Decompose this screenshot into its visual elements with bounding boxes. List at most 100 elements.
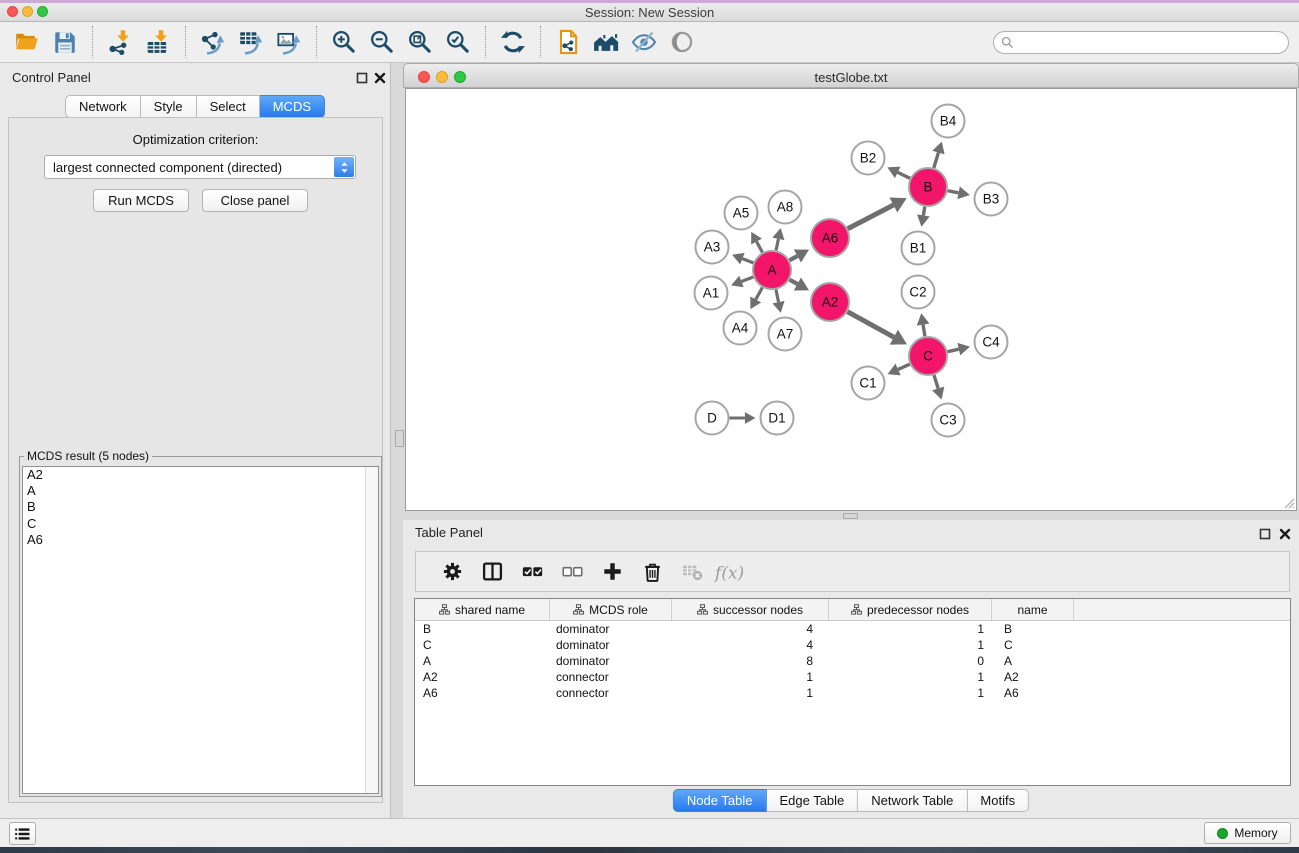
graph-node-A5[interactable]: A5 bbox=[725, 197, 758, 230]
graph-edge[interactable] bbox=[923, 325, 925, 337]
graph-node-A7[interactable]: A7 bbox=[769, 318, 802, 351]
resize-grip-icon[interactable] bbox=[1283, 497, 1295, 509]
export-network-icon[interactable] bbox=[194, 26, 232, 58]
table-cell[interactable]: A bbox=[992, 654, 1074, 668]
tab-select[interactable]: Select bbox=[197, 95, 260, 118]
task-history-button[interactable] bbox=[9, 822, 36, 845]
search-input[interactable] bbox=[1014, 34, 1288, 52]
select-all-icon[interactable] bbox=[512, 557, 552, 587]
graph-edge[interactable] bbox=[948, 191, 959, 193]
table-cell[interactable]: 1 bbox=[672, 670, 829, 684]
graph-edge[interactable] bbox=[741, 277, 753, 281]
table-cell[interactable]: connector bbox=[550, 670, 672, 684]
search-box[interactable] bbox=[993, 31, 1289, 54]
column-header-successor-nodes[interactable]: successor nodes bbox=[672, 599, 829, 620]
table-cell[interactable]: connector bbox=[550, 686, 672, 700]
table-cell[interactable]: A2 bbox=[415, 670, 550, 684]
graph-node-D1[interactable]: D1 bbox=[761, 402, 794, 435]
table-cell[interactable]: 1 bbox=[829, 670, 992, 684]
open-session-icon[interactable] bbox=[8, 26, 46, 58]
column-header-MCDS-role[interactable]: MCDS role bbox=[550, 599, 672, 620]
refresh-layout-icon[interactable] bbox=[494, 26, 532, 58]
zoom-fit-icon[interactable] bbox=[401, 26, 439, 58]
graph-node-B2[interactable]: B2 bbox=[852, 142, 885, 175]
table-cell[interactable]: dominator bbox=[550, 654, 672, 668]
graph-node-A[interactable]: A bbox=[753, 251, 791, 289]
table-row[interactable]: A2connector11A2 bbox=[415, 669, 1290, 685]
graph-edge[interactable] bbox=[848, 312, 894, 338]
graph-edge[interactable] bbox=[756, 288, 763, 300]
import-table-icon[interactable] bbox=[139, 26, 177, 58]
table-cell[interactable]: 8 bbox=[672, 654, 829, 668]
graph-edge[interactable] bbox=[790, 256, 798, 260]
graph-edge[interactable] bbox=[848, 205, 894, 229]
graph-edge[interactable] bbox=[898, 364, 910, 369]
table-cell[interactable]: 1 bbox=[829, 622, 992, 636]
home-icon[interactable] bbox=[587, 26, 625, 58]
graph-node-A4[interactable]: A4 bbox=[724, 312, 757, 345]
table-row[interactable]: A6connector11A6 bbox=[415, 685, 1290, 701]
float-panel-icon[interactable] bbox=[356, 72, 368, 84]
result-list-item[interactable]: B bbox=[23, 499, 365, 515]
criterion-select[interactable]: largest connected component (directed) bbox=[44, 155, 356, 179]
export-table-icon[interactable] bbox=[232, 26, 270, 58]
network-window-titlebar[interactable]: testGlobe.txt bbox=[403, 63, 1299, 88]
run-mcds-button[interactable]: Run MCDS bbox=[93, 189, 189, 212]
table-cell[interactable]: A2 bbox=[992, 670, 1074, 684]
result-list-item[interactable]: A2 bbox=[23, 467, 365, 483]
hide-eye-icon[interactable] bbox=[625, 26, 663, 58]
table-tab-motifs[interactable]: Motifs bbox=[967, 789, 1029, 812]
add-icon[interactable] bbox=[592, 557, 632, 587]
memory-button[interactable]: Memory bbox=[1204, 822, 1291, 844]
table-cell[interactable]: A bbox=[415, 654, 550, 668]
network-canvas[interactable]: B4B2BB3A5A8A6A3AB1A1A2C2A4A7C4CC1DD1C3 bbox=[405, 88, 1297, 511]
result-list-item[interactable]: A bbox=[23, 483, 365, 499]
graph-node-A3[interactable]: A3 bbox=[696, 231, 729, 264]
close-table-panel-icon[interactable] bbox=[1279, 528, 1291, 540]
table-cell[interactable]: 1 bbox=[672, 686, 829, 700]
show-eye-icon[interactable] bbox=[663, 26, 701, 58]
table-cell[interactable]: 4 bbox=[672, 622, 829, 636]
graph-edge[interactable] bbox=[923, 207, 924, 216]
network-document-icon[interactable] bbox=[549, 26, 587, 58]
save-session-icon[interactable] bbox=[46, 26, 84, 58]
table-cell[interactable]: 1 bbox=[829, 686, 992, 700]
graph-node-B[interactable]: B bbox=[909, 168, 947, 206]
table-cell[interactable]: 0 bbox=[829, 654, 992, 668]
table-row[interactable]: Adominator80A bbox=[415, 653, 1290, 669]
graph-edge[interactable] bbox=[934, 153, 939, 168]
graph-edge[interactable] bbox=[757, 242, 763, 253]
column-header-predecessor-nodes[interactable]: predecessor nodes bbox=[829, 599, 992, 620]
tab-network[interactable]: Network bbox=[65, 95, 141, 118]
zoom-in-icon[interactable] bbox=[325, 26, 363, 58]
graph-node-C3[interactable]: C3 bbox=[932, 404, 965, 437]
close-panel-icon[interactable] bbox=[374, 72, 386, 84]
zoom-out-icon[interactable] bbox=[363, 26, 401, 58]
column-view-icon[interactable] bbox=[472, 557, 512, 587]
graph-node-C1[interactable]: C1 bbox=[852, 367, 885, 400]
table-tab-edge-table[interactable]: Edge Table bbox=[766, 789, 858, 812]
table-cell[interactable]: A6 bbox=[992, 686, 1074, 700]
column-header-shared-name[interactable]: shared name bbox=[415, 599, 550, 620]
graph-edge[interactable] bbox=[742, 259, 753, 263]
result-list-item[interactable]: C bbox=[23, 516, 365, 532]
tab-style[interactable]: Style bbox=[141, 95, 197, 118]
zoom-selected-icon[interactable] bbox=[439, 26, 477, 58]
table-cell[interactable]: 1 bbox=[829, 638, 992, 652]
graph-edge[interactable] bbox=[776, 290, 779, 303]
graph-edge[interactable] bbox=[934, 375, 938, 388]
result-list-scrollbar[interactable] bbox=[365, 467, 378, 793]
graph-node-C4[interactable]: C4 bbox=[975, 326, 1008, 359]
graph-node-C[interactable]: C bbox=[909, 337, 947, 375]
graph-node-A1[interactable]: A1 bbox=[695, 277, 728, 310]
graph-node-B1[interactable]: B1 bbox=[902, 232, 935, 265]
table-row[interactable]: Bdominator41B bbox=[415, 621, 1290, 637]
graph-node-A2[interactable]: A2 bbox=[811, 283, 849, 321]
splitter-grip-horizontal[interactable] bbox=[843, 513, 858, 519]
tab-mcds[interactable]: MCDS bbox=[260, 95, 325, 118]
close-panel-button[interactable]: Close panel bbox=[202, 189, 308, 212]
table-cell[interactable]: 4 bbox=[672, 638, 829, 652]
column-header-name[interactable]: name bbox=[992, 599, 1074, 620]
table-row[interactable]: Cdominator41C bbox=[415, 637, 1290, 653]
delete-icon[interactable] bbox=[632, 557, 672, 587]
